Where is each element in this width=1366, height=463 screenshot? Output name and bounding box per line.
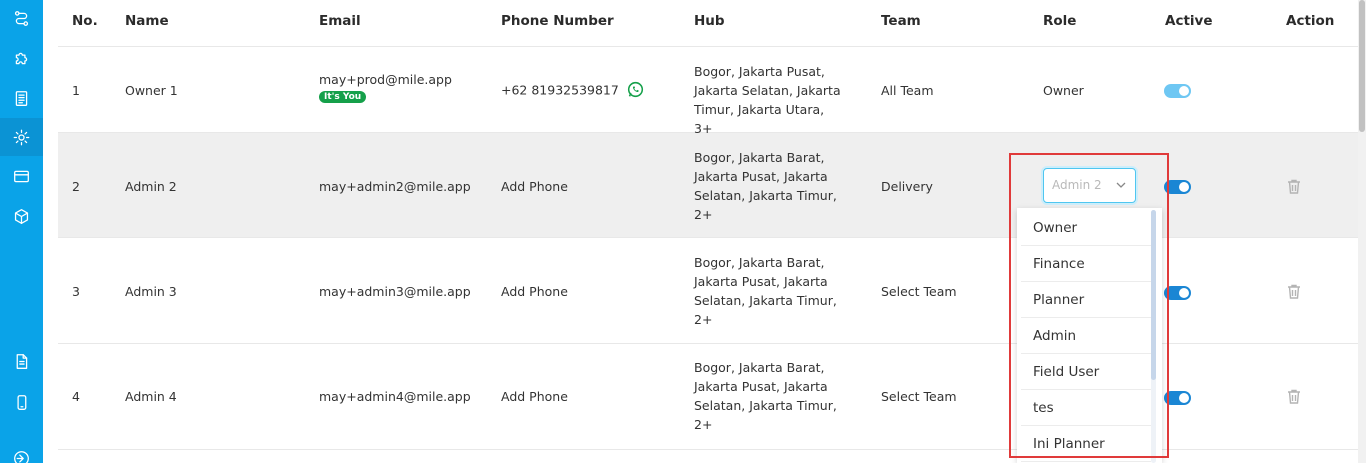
row-team: All Team <box>881 83 934 98</box>
header-name: Name <box>125 13 169 29</box>
row-number: 4 <box>72 389 80 404</box>
logout-icon[interactable] <box>11 448 31 463</box>
whatsapp-icon[interactable] <box>627 81 644 101</box>
row-phone-cell: +62 81932539817 <box>501 81 644 101</box>
header-email: Email <box>319 13 361 29</box>
row-email: may+prod@mile.app <box>319 72 452 87</box>
page-scrollbar-thumb[interactable] <box>1359 0 1365 132</box>
row-hub: Bogor, Jakarta Pusat, Jakarta Selatan, J… <box>694 64 841 136</box>
row-name: Admin 2 <box>125 179 177 194</box>
row-hub: Bogor, Jakarta Barat, Jakarta Pusat, Jak… <box>694 150 837 222</box>
row-email-cell: may+prod@mile.app It's You <box>319 72 452 103</box>
row-number: 3 <box>72 284 80 299</box>
row-hub: Bogor, Jakarta Barat, Jakarta Pusat, Jak… <box>694 360 837 432</box>
table-header: No. Name Email Phone Number Hub Team Rol… <box>58 0 1358 47</box>
row-number: 1 <box>72 83 80 98</box>
row-team[interactable]: Select Team <box>881 389 957 404</box>
header-no: No. <box>72 13 98 29</box>
route-icon[interactable] <box>11 8 31 28</box>
add-phone-link[interactable]: Add Phone <box>501 389 568 404</box>
trash-icon[interactable] <box>1287 389 1301 404</box>
active-toggle[interactable] <box>1164 84 1191 98</box>
row-email: may+admin2@mile.app <box>319 179 471 194</box>
header-action: Action <box>1286 13 1335 29</box>
page-scrollbar[interactable] <box>1358 0 1366 463</box>
box-icon[interactable] <box>11 206 31 226</box>
row-role: Owner <box>1043 83 1084 98</box>
sidebar <box>0 0 43 463</box>
report-icon[interactable] <box>11 351 31 371</box>
trash-icon[interactable] <box>1287 284 1301 299</box>
gear-icon[interactable] <box>11 127 31 147</box>
row-name: Owner 1 <box>125 83 178 98</box>
row-number: 2 <box>72 179 80 194</box>
document-icon[interactable] <box>11 88 31 108</box>
puzzle-icon[interactable] <box>11 48 31 68</box>
trash-icon[interactable] <box>1287 179 1301 194</box>
row-name: Admin 4 <box>125 389 177 404</box>
add-phone-link[interactable]: Add Phone <box>501 179 568 194</box>
header-team: Team <box>881 13 921 29</box>
header-active: Active <box>1165 13 1213 29</box>
row-name: Admin 3 <box>125 284 177 299</box>
row-phone: +62 81932539817 <box>501 82 619 98</box>
header-hub: Hub <box>694 13 725 29</box>
header-role: Role <box>1043 13 1077 29</box>
row-email: may+admin3@mile.app <box>319 284 471 299</box>
row-team[interactable]: Select Team <box>881 284 957 299</box>
its-you-badge: It's You <box>319 91 367 103</box>
card-icon[interactable] <box>11 166 31 186</box>
highlight-box <box>1009 153 1169 458</box>
add-phone-link[interactable]: Add Phone <box>501 284 568 299</box>
row-email: may+admin4@mile.app <box>319 389 471 404</box>
row-team[interactable]: Delivery <box>881 179 933 194</box>
row-hub: Bogor, Jakarta Barat, Jakarta Pusat, Jak… <box>694 255 837 327</box>
table-row: 1 Owner 1 may+prod@mile.app It's You +62… <box>58 47 1358 136</box>
mobile-icon[interactable] <box>11 392 31 412</box>
header-phone: Phone Number <box>501 13 614 29</box>
